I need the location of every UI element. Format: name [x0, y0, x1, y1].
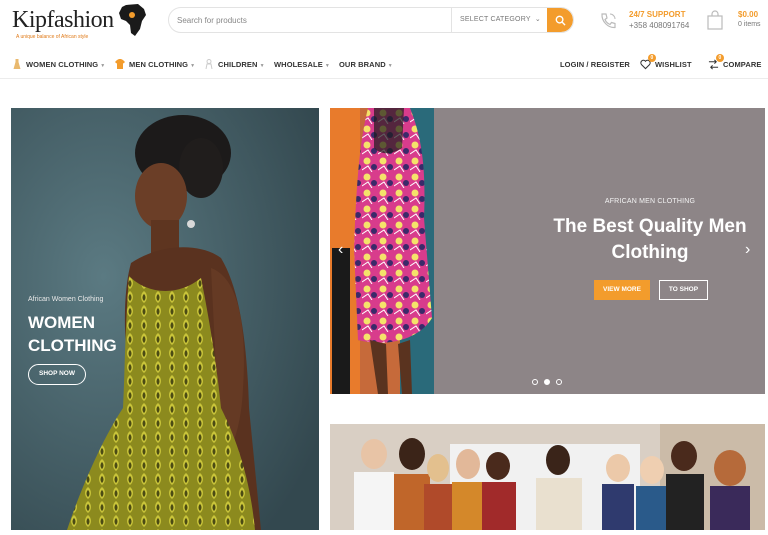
to-shop-button[interactable]: TO SHOP [659, 280, 708, 300]
shirt-icon [115, 59, 125, 70]
wishlist-link[interactable]: WISHLIST 0 [640, 50, 692, 79]
shop-now-button[interactable]: SHOP NOW [28, 364, 86, 385]
chevron-down-icon: ▼ [387, 63, 393, 69]
slide-dot-1[interactable] [532, 379, 538, 385]
support-title: 24/7 SUPPORT [629, 10, 686, 19]
search-bar: SELECT CATEGORY ⌄ [168, 7, 574, 33]
cart[interactable]: $0.00 0 items [706, 9, 766, 33]
chevron-down-icon: ⌄ [534, 16, 541, 23]
shopping-bag-icon [707, 10, 723, 30]
banner-title: WOMEN CLOTHING [28, 313, 117, 355]
main-nav: WOMEN CLOTHING ▼ MEN CLOTHING ▼ CHILDREN ▼ … [0, 50, 768, 79]
banner-subtitle: African Women Clothing [28, 296, 104, 303]
women-clothing-banner[interactable]: African Women Clothing WOMEN CLOTHING SH… [11, 108, 319, 530]
wishlist-count-badge: 0 [648, 54, 656, 62]
top-header: Kipfashion A unique balance of African s… [0, 0, 768, 50]
phone-icon [601, 13, 616, 29]
chevron-down-icon: ▼ [190, 63, 196, 69]
nav-item-wholesale[interactable]: WHOLESALE ▼ [274, 50, 330, 79]
chevron-down-icon: ▼ [324, 63, 330, 69]
chevron-down-icon: ▼ [100, 63, 106, 69]
nav-item-label: OUR BRAND [339, 60, 386, 69]
compare-label: COMPARE [723, 60, 762, 69]
search-button[interactable] [547, 8, 573, 32]
slider-pagination [532, 379, 566, 387]
dress-icon [13, 59, 21, 70]
nav-item-women-clothing[interactable]: WOMEN CLOTHING ▼ [12, 50, 105, 79]
africa-map-icon [119, 4, 146, 36]
slide-photo [330, 108, 434, 394]
category-select[interactable]: SELECT CATEGORY ⌄ [451, 8, 549, 32]
logo-tagline: A unique balance of African style [16, 34, 89, 40]
view-more-button[interactable]: VIEW MORE [594, 280, 650, 300]
child-icon [205, 59, 213, 70]
cart-amount: $0.00 [738, 10, 759, 19]
search-input[interactable] [177, 8, 447, 32]
support-phone: +358 408091764 [629, 21, 690, 30]
search-icon [555, 15, 566, 26]
nav-item-label: WOMEN CLOTHING [26, 60, 99, 69]
nav-item-label: CHILDREN [218, 60, 258, 69]
compare-count-badge: 0 [716, 54, 724, 62]
nav-item-men-clothing[interactable]: MEN CLOTHING ▼ [115, 50, 195, 79]
event-banner[interactable] [330, 424, 765, 530]
nav-item-label: MEN CLOTHING [129, 60, 189, 69]
slide-subtitle: AFRICAN MEN CLOTHING [604, 198, 696, 205]
chevron-down-icon: ▼ [259, 63, 265, 69]
login-register-label: LOGIN / REGISTER [560, 60, 630, 69]
cart-item-count: 0 items [738, 21, 761, 28]
logo-text: Kipfashion [12, 7, 114, 33]
chevron-left-icon[interactable]: ‹ [338, 241, 343, 259]
slide-dot-3[interactable] [556, 379, 562, 385]
nav-item-label: WHOLESALE [274, 60, 323, 69]
slide-title: The Best Quality Men Clothing [553, 216, 747, 263]
group-photo [330, 424, 765, 530]
compare-link[interactable]: COMPARE 0 [708, 50, 761, 79]
nav-item-children[interactable]: CHILDREN ▼ [204, 50, 265, 79]
men-clothing-slider: ‹ › AFRICAN MEN CLOTHING The Best Qualit… [330, 108, 765, 394]
site-logo[interactable]: Kipfashion A unique balance of African s… [12, 3, 152, 43]
support-info[interactable]: 24/7 SUPPORT +358 408091764 [598, 9, 698, 33]
login-register-link[interactable]: LOGIN / REGISTER [560, 50, 630, 79]
slide-dot-2[interactable] [544, 379, 550, 385]
wishlist-label: WISHLIST [655, 60, 692, 69]
nav-item-our-brand[interactable]: OUR BRAND ▼ [339, 50, 393, 79]
category-select-label: SELECT CATEGORY [460, 16, 531, 23]
